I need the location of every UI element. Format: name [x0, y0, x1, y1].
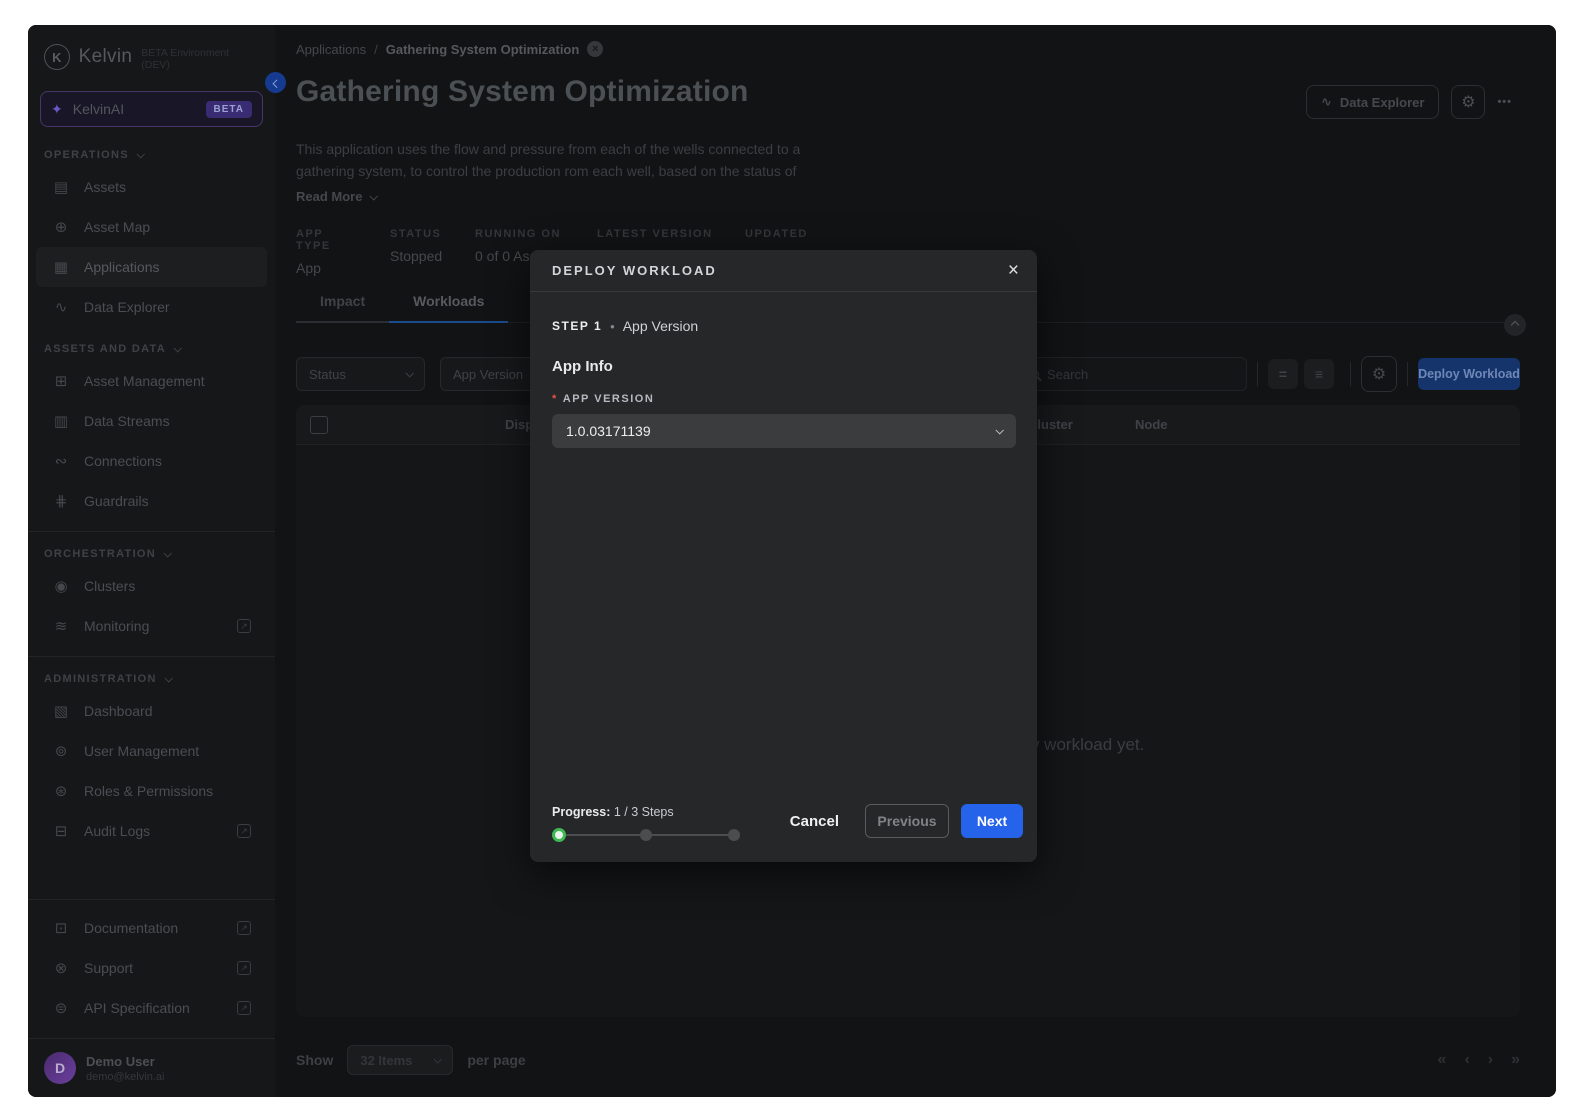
modal-footer: Progress: 1 / 3 Steps Cancel Previous Ne…	[530, 804, 1037, 862]
field-label-text: APP VERSION	[563, 393, 655, 405]
modal-header: DEPLOY WORKLOAD ×	[530, 250, 1037, 292]
progress-stepper	[552, 828, 740, 842]
cancel-button[interactable]: Cancel	[790, 813, 839, 830]
bullet-icon: •	[610, 319, 615, 334]
progress-block: Progress: 1 / 3 Steps	[552, 805, 740, 842]
deploy-workload-modal: DEPLOY WORKLOAD × STEP 1 • App Version A…	[530, 250, 1037, 862]
progress-title: Progress:	[552, 805, 610, 819]
modal-body: STEP 1 • App Version App Info * APP VERSI…	[530, 292, 1037, 804]
required-asterisk: *	[552, 393, 558, 405]
step-indicator: STEP 1 • App Version	[552, 318, 1016, 334]
step-name: App Version	[623, 318, 699, 334]
step-dot-current	[552, 828, 566, 842]
next-button[interactable]: Next	[961, 804, 1023, 838]
modal-buttons: Cancel Previous Next	[790, 804, 1023, 842]
section-title: App Info	[552, 358, 1016, 375]
modal-title: DEPLOY WORKLOAD	[552, 263, 717, 278]
app-version-value: 1.0.03171139	[566, 423, 651, 439]
app-window: K Kelvin BETA Environment (DEV) ✦ Kelvin…	[28, 25, 1556, 1097]
close-icon[interactable]: ×	[1008, 260, 1019, 282]
step-number-label: STEP 1	[552, 319, 602, 333]
app-version-field-label: * APP VERSION	[552, 393, 1016, 405]
step-dot	[728, 829, 740, 841]
chevron-down-icon	[995, 426, 1003, 434]
step-dot	[640, 829, 652, 841]
previous-button[interactable]: Previous	[865, 804, 949, 838]
progress-value: 1 / 3 Steps	[614, 805, 674, 819]
progress-label: Progress: 1 / 3 Steps	[552, 805, 740, 819]
app-version-select[interactable]: 1.0.03171139	[552, 414, 1016, 448]
